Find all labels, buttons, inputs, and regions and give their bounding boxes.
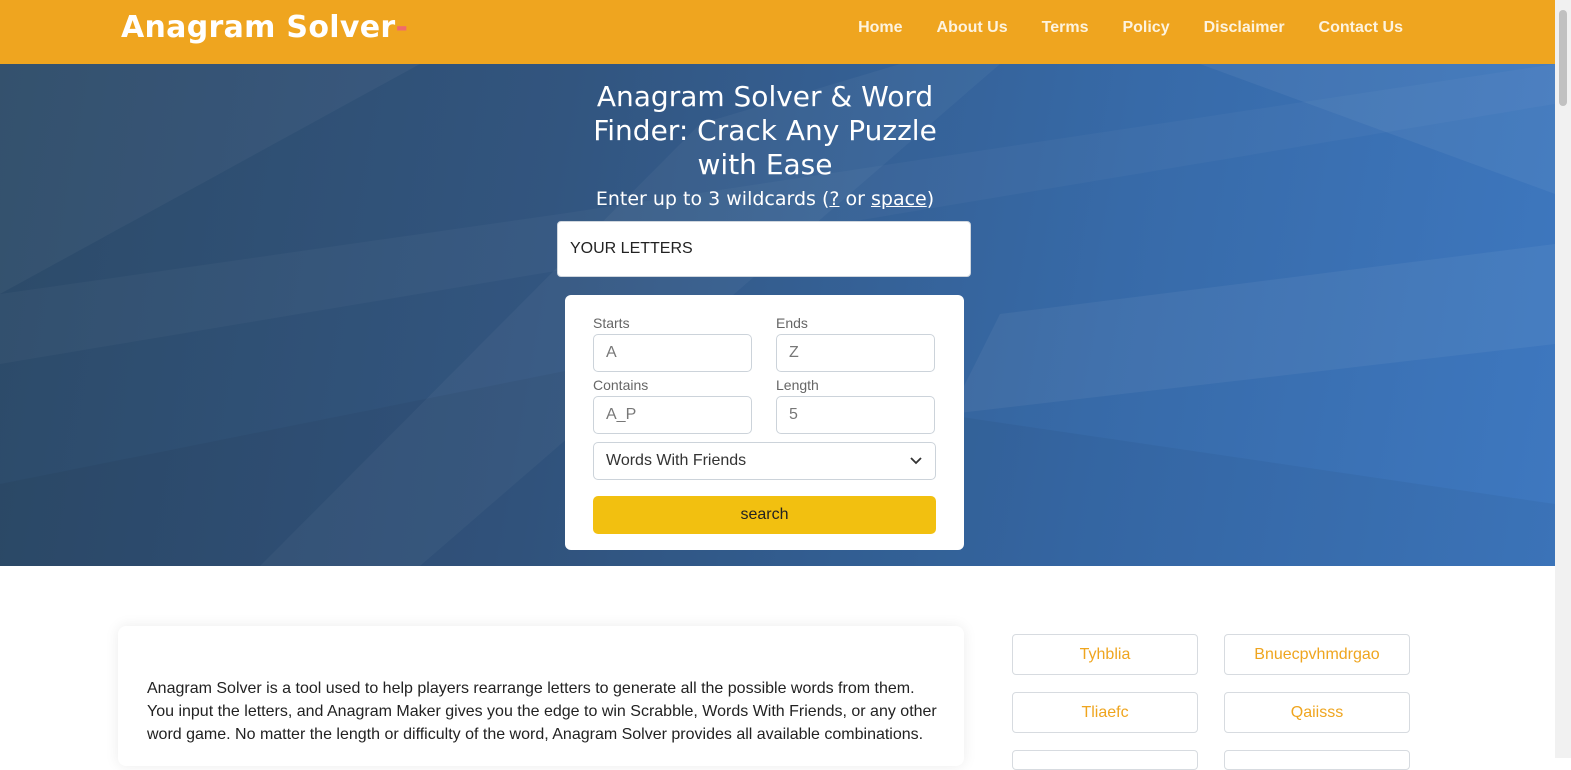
length-label: Length <box>776 377 819 393</box>
wildcard-question-link[interactable]: ? <box>829 188 839 210</box>
logo-text: Anagram Solver <box>121 10 396 45</box>
nav-disclaimer[interactable]: Disclaimer <box>1204 19 1285 37</box>
dictionary-select[interactable]: Words With Friends <box>593 442 936 480</box>
site-logo[interactable]: Anagram Solver- <box>121 10 408 45</box>
starts-placeholder: A <box>606 344 617 361</box>
wildcard-hint-suffix: ) <box>926 188 935 210</box>
nav-policy[interactable]: Policy <box>1122 19 1169 37</box>
page-scrollbar[interactable] <box>1555 0 1571 758</box>
nav-terms[interactable]: Terms <box>1042 19 1089 37</box>
wildcard-space-link[interactable]: space <box>871 188 927 210</box>
search-button[interactable]: search <box>593 496 936 534</box>
length-input[interactable]: 5 <box>776 396 935 434</box>
starts-label: Starts <box>593 315 630 331</box>
letters-placeholder: YOUR LETTERS <box>570 240 693 257</box>
chevron-down-icon <box>910 457 922 465</box>
contains-input[interactable]: A_P <box>593 396 752 434</box>
logo-dash: - <box>395 10 409 45</box>
main-nav: Home About Us Terms Policy Disclaimer Co… <box>858 19 1403 37</box>
nav-about-us[interactable]: About Us <box>937 19 1008 37</box>
nav-contact-us[interactable]: Contact Us <box>1319 19 1403 37</box>
ends-placeholder: Z <box>789 344 799 361</box>
wildcard-hint-or: or <box>839 188 871 210</box>
top-header: Anagram Solver- Home About Us Terms Poli… <box>0 0 1555 64</box>
word-chip[interactable]: Qaiisss <box>1224 692 1410 733</box>
starts-input[interactable]: A <box>593 334 752 372</box>
article-intro: Anagram Solver is a tool used to help pl… <box>147 680 937 743</box>
ends-label: Ends <box>776 315 808 331</box>
wildcard-hint: Enter up to 3 wildcards (? or space) <box>540 188 990 210</box>
filter-panel: Starts A Ends Z Contains A_P Length 5 Wo… <box>565 295 964 550</box>
dictionary-selected: Words With Friends <box>606 452 747 469</box>
article-card: Anagram Solver is a tool used to help pl… <box>118 626 964 766</box>
length-placeholder: 5 <box>789 406 798 423</box>
wildcard-hint-prefix: Enter up to 3 wildcards ( <box>595 188 830 210</box>
hero-section: Anagram Solver & Word Finder: Crack Any … <box>0 64 1555 566</box>
contains-placeholder: A_P <box>606 406 637 423</box>
word-chip[interactable]: Tyhblia <box>1012 634 1198 675</box>
hero-title: Anagram Solver & Word Finder: Crack Any … <box>593 80 937 181</box>
word-chip[interactable]: Tliaefc <box>1012 692 1198 733</box>
contains-label: Contains <box>593 377 649 393</box>
nav-home[interactable]: Home <box>858 19 902 37</box>
word-chip-partial[interactable] <box>1012 750 1198 770</box>
ends-input[interactable]: Z <box>776 334 935 372</box>
letters-input[interactable]: YOUR LETTERS <box>557 221 971 277</box>
scrollbar-thumb[interactable] <box>1559 10 1567 106</box>
word-chip-partial[interactable] <box>1224 750 1410 770</box>
word-chip[interactable]: Bnuecpvhmdrgao <box>1224 634 1410 675</box>
